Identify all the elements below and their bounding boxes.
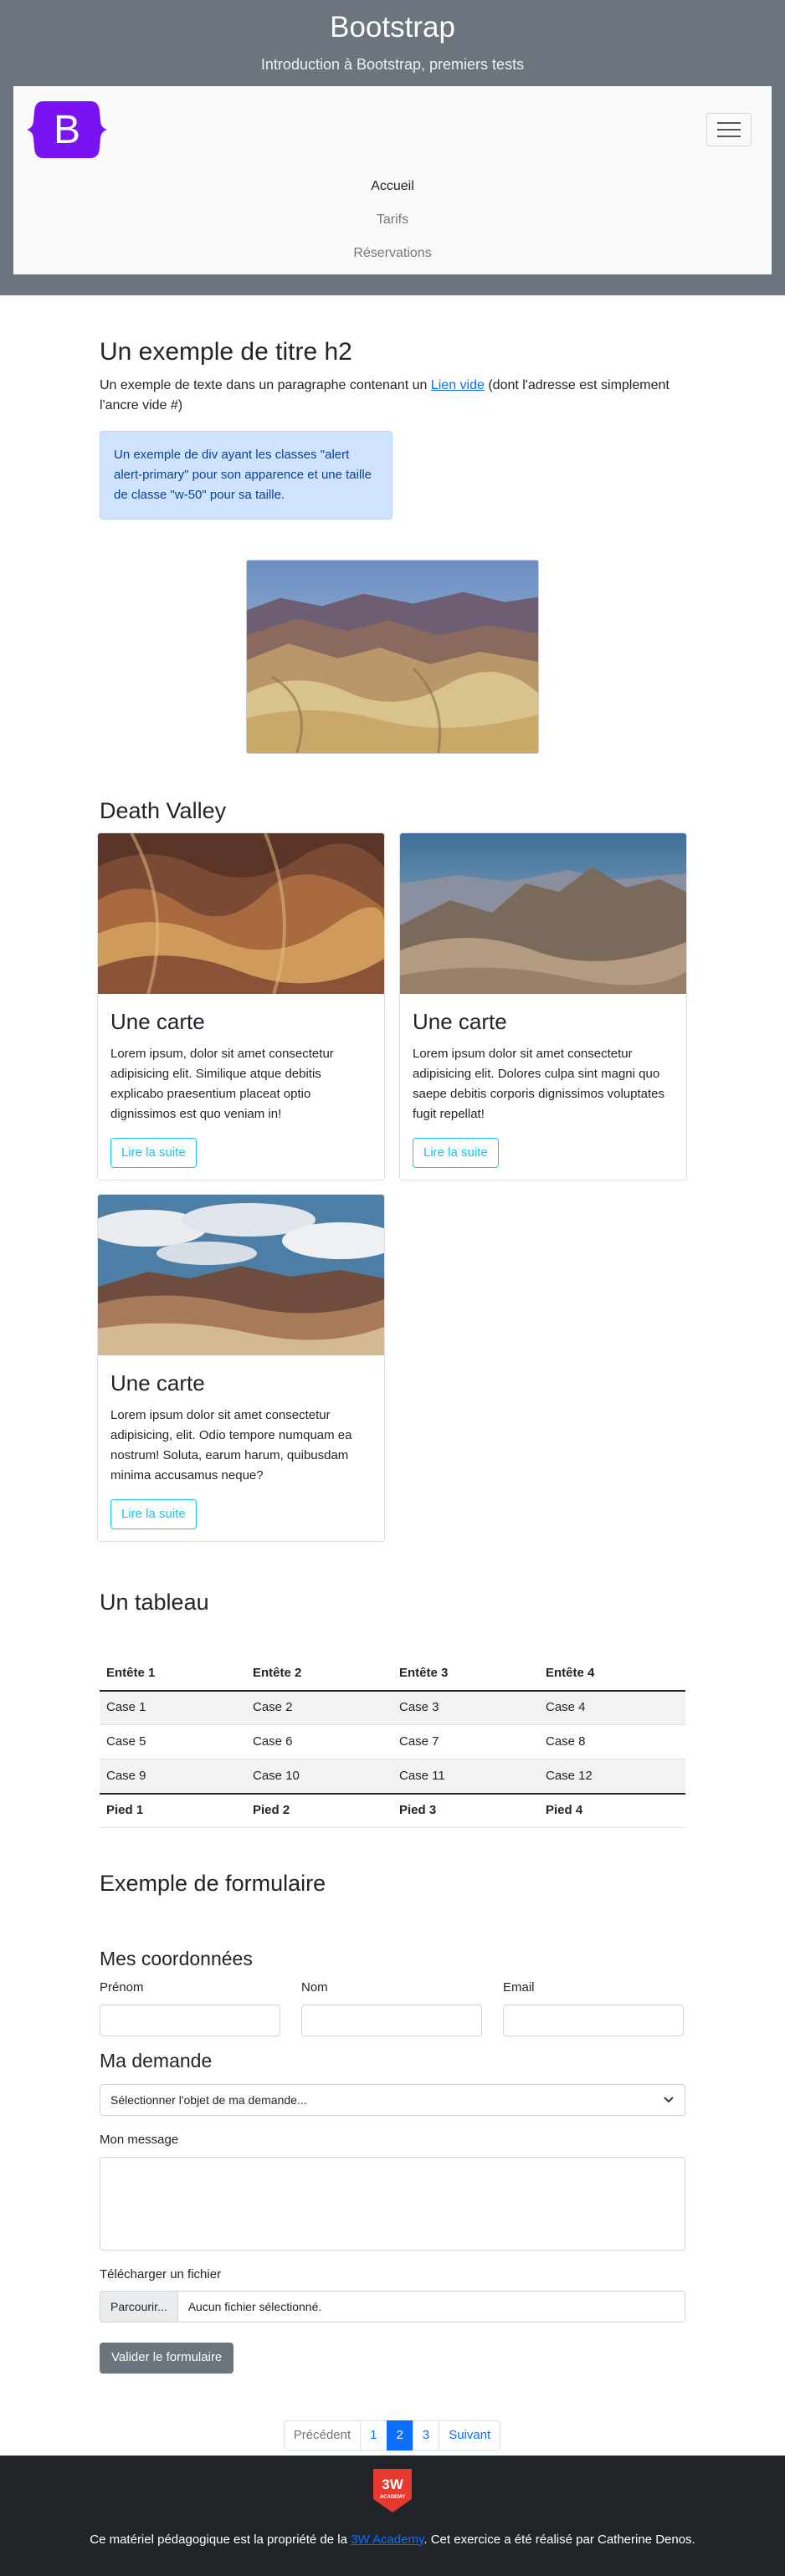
chevron-down-icon (664, 2097, 674, 2103)
table-footer-row: Pied 1 Pied 2 Pied 3 Pied 4 (100, 1792, 685, 1829)
read-more-button[interactable]: Lire la suite (110, 1498, 197, 1530)
table-footer-cell: Pied 4 (539, 1792, 685, 1829)
main-content: Un exemple de titre h2 Un exemple de tex… (97, 295, 688, 2451)
card-text: Lorem ipsum dolor sit amet consectetur a… (110, 1407, 352, 1483)
read-more-button[interactable]: Lire la suite (413, 1137, 499, 1169)
empty-link[interactable]: Lien vide (431, 378, 485, 392)
form-heading: Exemple de formulaire (100, 1871, 326, 1897)
site-subtitle: Introduction à Bootstrap, premiers tests (260, 55, 525, 73)
site-title: Bootstrap (330, 11, 455, 44)
intro-paragraph: Un exemple de texte dans un paragraphe c… (100, 378, 670, 412)
message-label: Mon message (100, 2133, 179, 2148)
death-valley-heading: Death Valley (100, 798, 227, 823)
card-text: Lorem ipsum dolor sit amet consectetur a… (413, 1046, 664, 1121)
coords-heading: Mes coordonnées (100, 1947, 253, 1969)
prenom-field[interactable] (100, 2004, 280, 2036)
card-title: Une carte (413, 1009, 507, 1035)
nav-item-tarifs[interactable]: Tarifs (13, 203, 772, 237)
table-cell: Case 1 (100, 1690, 246, 1726)
nav-links: Accueil Tarifs Réservations (13, 170, 772, 270)
pagination-page-active[interactable]: 2 (386, 2420, 413, 2451)
pagination-next[interactable]: Suivant (439, 2420, 501, 2451)
card: Une carte Lorem ipsum dolor sit amet con… (97, 1194, 385, 1543)
3w-academy-link[interactable]: 3W Academy (351, 2532, 423, 2547)
file-name: Aucun fichier sélectionné. (187, 2299, 322, 2313)
alert-primary: Un exemple de div ayant les classes "ale… (100, 431, 392, 520)
bootstrap-logo[interactable]: B (25, 96, 109, 163)
table-row: Case 9 Case 10 Case 11 Case 12 (100, 1759, 685, 1795)
pagination: Précédent 1 2 3 Suivant (100, 2420, 685, 2451)
page-header: Bootstrap Introduction à Bootstrap, prem… (0, 0, 785, 295)
table-header-cell: Entête 4 (539, 1656, 685, 1692)
file-label: Télécharger un fichier (100, 2266, 222, 2282)
table-footer-cell: Pied 1 (100, 1792, 246, 1829)
svg-text:3W: 3W (382, 2476, 403, 2492)
file-input[interactable]: Parcourir... Aucun fichier sélectionné. (100, 2291, 685, 2323)
table-footer-cell: Pied 3 (392, 1792, 539, 1829)
brand-letter: B (54, 108, 80, 152)
data-table: Entête 1 Entête 2 Entête 3 Entête 4 Case… (100, 1656, 685, 1829)
card-image (98, 1195, 384, 1356)
coords-row: Prénom Nom Email (100, 1979, 685, 2036)
card-image (98, 833, 384, 995)
nav-item-reservations[interactable]: Réservations (13, 237, 772, 270)
table-cell: Case 5 (100, 1724, 246, 1760)
table-cell: Case 11 (392, 1759, 539, 1795)
death-valley-image (246, 560, 539, 754)
hamburger-icon (717, 121, 741, 124)
demande-heading: Ma demande (100, 2049, 213, 2072)
subject-select[interactable]: Sélectionner l'objet de ma demande... (100, 2084, 685, 2117)
table-cell: Case 9 (100, 1759, 246, 1795)
message-textarea[interactable] (100, 2156, 685, 2251)
svg-text:ACADEMY: ACADEMY (380, 2495, 405, 2500)
intro-heading: Un exemple de titre h2 (100, 338, 352, 366)
card-image (400, 833, 686, 995)
table-header-cell: Entête 1 (100, 1656, 246, 1692)
table-cell: Case 10 (246, 1759, 392, 1795)
page-footer: 3W ACADEMY Ce matériel pédagogique est l… (0, 2456, 785, 2576)
card-title: Une carte (110, 1009, 205, 1035)
card: Une carte Lorem ipsum, dolor sit amet co… (97, 832, 385, 1181)
footer-text: Ce matériel pédagogique est la propriété… (90, 2532, 695, 2547)
email-label: Email (503, 1980, 535, 1995)
card-text: Lorem ipsum, dolor sit amet consectetur … (110, 1046, 334, 1121)
contact-form: Mes coordonnées Prénom Nom Email Ma dema… (100, 1948, 685, 2374)
navbar: B Accueil Tarifs Réservations (13, 85, 772, 274)
card-grid: Une carte Lorem ipsum, dolor sit amet co… (97, 832, 688, 1543)
table-cell: Case 4 (539, 1690, 685, 1726)
table-row: Case 1 Case 2 Case 3 Case 4 (100, 1690, 685, 1726)
table-heading: Un tableau (100, 1590, 209, 1616)
table-cell: Case 3 (392, 1690, 539, 1726)
table-cell: Case 2 (246, 1690, 392, 1726)
table-footer-cell: Pied 2 (246, 1792, 392, 1829)
email-field[interactable] (503, 2004, 684, 2036)
table-cell: Case 7 (392, 1724, 539, 1760)
prenom-label: Prénom (100, 1980, 144, 1995)
nom-field[interactable] (301, 2004, 482, 2036)
select-value: Sélectionner l'objet de ma demande... (110, 2092, 307, 2107)
card: Une carte Lorem ipsum dolor sit amet con… (399, 832, 687, 1181)
pagination-previous[interactable]: Précédent (283, 2420, 362, 2451)
3w-academy-logo[interactable]: 3W ACADEMY (371, 2467, 414, 2514)
pagination-page[interactable]: 1 (360, 2420, 387, 2451)
table-cell: Case 6 (246, 1724, 392, 1760)
table-header-cell: Entête 3 (392, 1656, 539, 1692)
card-title: Une carte (110, 1370, 205, 1396)
browse-button[interactable]: Parcourir... (100, 2292, 178, 2322)
submit-button[interactable]: Valider le formulaire (100, 2343, 234, 2374)
table-header-cell: Entête 2 (246, 1656, 392, 1692)
pagination-page[interactable]: 3 (412, 2420, 440, 2451)
table-cell: Case 8 (539, 1724, 685, 1760)
read-more-button[interactable]: Lire la suite (110, 1137, 197, 1169)
table-cell: Case 12 (539, 1759, 685, 1795)
table-header-row: Entête 1 Entête 2 Entête 3 Entête 4 (100, 1656, 685, 1692)
table-row: Case 5 Case 6 Case 7 Case 8 (100, 1724, 685, 1760)
navbar-toggler-button[interactable] (706, 112, 752, 146)
nav-item-accueil[interactable]: Accueil (13, 170, 772, 203)
nom-label: Nom (301, 1980, 328, 1995)
